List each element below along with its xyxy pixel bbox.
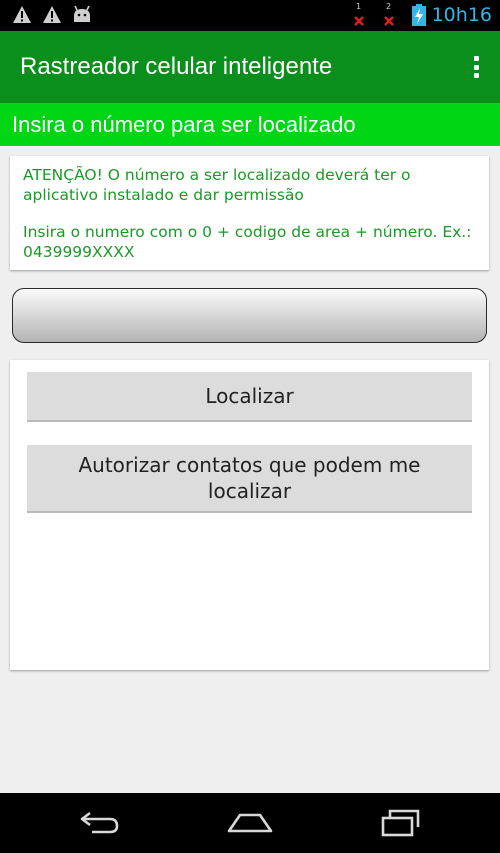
warning-card: ATENÇÃO! O número a ser localizado dever… (10, 156, 489, 270)
warning-permission-text: ATENÇÃO! O número a ser localizado dever… (23, 166, 411, 204)
home-icon[interactable] (220, 807, 280, 839)
sim2-label: 2 (386, 2, 392, 11)
navigation-bar (0, 793, 500, 853)
status-bar-clock: 10h16 (431, 4, 492, 26)
android-debug-icon (72, 5, 92, 28)
locate-button[interactable]: Localizar (27, 372, 472, 422)
action-bar: Rastreador celular inteligente (0, 31, 500, 103)
sim1-label: 1 (356, 2, 362, 11)
instruction-banner: Insira o número para ser localizado (0, 103, 500, 146)
warning-icon (12, 5, 32, 28)
overflow-menu-icon[interactable] (466, 53, 486, 81)
no-signal-sim2-icon: 2 (381, 3, 397, 29)
app-title: Rastreador celular inteligente (20, 53, 333, 80)
banner-text: Insira o número para ser localizado (12, 112, 356, 137)
warning-format-text: Insira o numero com o 0 + codigo de area… (23, 223, 472, 261)
recents-icon[interactable] (370, 807, 430, 839)
back-icon[interactable] (70, 807, 130, 839)
no-signal-sim1-icon: 1 (351, 3, 367, 29)
status-bar: 1 2 10h16 (0, 0, 500, 31)
battery-charging-icon (412, 4, 426, 30)
actions-card: Localizar Autorizar contatos que podem m… (10, 360, 489, 670)
phone-number-input[interactable] (12, 288, 487, 343)
authorize-contacts-button[interactable]: Autorizar contatos que podem me localiza… (27, 445, 472, 513)
warning-icon (42, 5, 62, 28)
